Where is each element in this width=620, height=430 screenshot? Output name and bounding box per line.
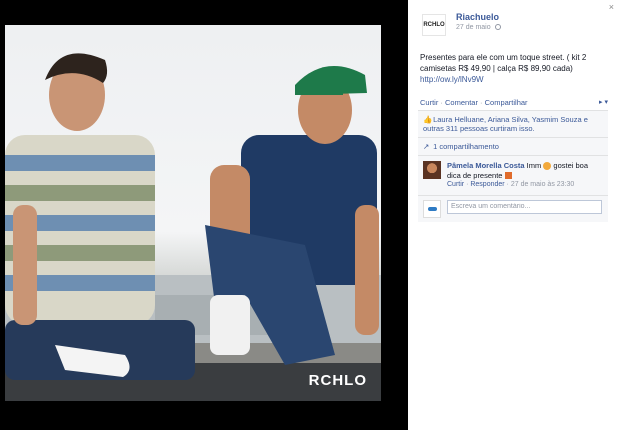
post-text: Presentes para ele com um toque street. …	[420, 52, 606, 85]
comment-meta: Curtir · Responder · 27 de maio às 23:30	[447, 181, 575, 188]
photo-illustration	[5, 53, 381, 401]
comment-reply[interactable]: Responder	[470, 181, 504, 188]
comment-date[interactable]: 27 de maio às 23:30	[511, 181, 574, 188]
photo-stage: RCHLO	[0, 0, 408, 430]
action-separator: ·	[438, 98, 446, 107]
page-avatar[interactable]: RCHLO	[422, 14, 446, 36]
post-header: RCHLO Riachuelo 27 de maio	[422, 12, 612, 36]
post-photo[interactable]: RCHLO	[5, 25, 381, 401]
likes-row[interactable]: 👍 Laura Helluane, Ariana Silva, Yasmim S…	[418, 111, 608, 138]
action-separator: ·	[477, 98, 485, 107]
comment-text-before: Imm	[526, 161, 542, 170]
smile-emoji-icon	[543, 162, 552, 171]
commenter-name[interactable]: Pâmela Morella Costa	[447, 161, 525, 170]
likes-summary[interactable]: Laura Helluane, Ariana Silva, Yasmim Sou…	[423, 115, 588, 133]
post-link[interactable]: http://ow.ly/lNv9W	[420, 75, 484, 84]
share-icon: ↗	[423, 142, 430, 151]
comment-item: Pâmela Morella Costa Imm gostei boa dica…	[418, 156, 608, 196]
commenter-avatar[interactable]	[423, 161, 441, 179]
feedback-box: 👍 Laura Helluane, Ariana Silva, Yasmim S…	[418, 110, 608, 222]
share-action[interactable]: Compartilhar	[485, 98, 528, 107]
viewer-avatar	[423, 199, 441, 218]
comment-composer	[418, 196, 608, 222]
brand-watermark: RCHLO	[308, 372, 367, 389]
gift-emoji-icon	[504, 172, 512, 180]
post-date[interactable]: 27 de maio	[456, 24, 491, 31]
post-message: Presentes para ele com um toque street. …	[420, 53, 587, 73]
comment-body: Pâmela Morella Costa Imm gostei boa dica…	[447, 161, 603, 180]
share-dropdown-icon[interactable]: ▸ ▾	[599, 98, 608, 106]
comment-action[interactable]: Comentar	[445, 98, 478, 107]
comment-like[interactable]: Curtir	[447, 181, 464, 188]
comment-input[interactable]	[447, 199, 602, 214]
page-name-link[interactable]: Riachuelo	[456, 12, 499, 22]
thumbs-up-icon: 👍	[423, 115, 433, 124]
post-actions: Curtir · Comentar · Compartilhar ▸ ▾	[420, 98, 608, 107]
shares-count[interactable]: 1 compartilhamento	[433, 142, 499, 151]
post-meta: 27 de maio	[456, 24, 501, 31]
shares-row[interactable]: ↗ 1 compartilhamento	[418, 138, 608, 156]
like-action[interactable]: Curtir	[420, 98, 438, 107]
close-icon[interactable]: ×	[609, 2, 614, 12]
globe-icon[interactable]	[494, 24, 501, 31]
